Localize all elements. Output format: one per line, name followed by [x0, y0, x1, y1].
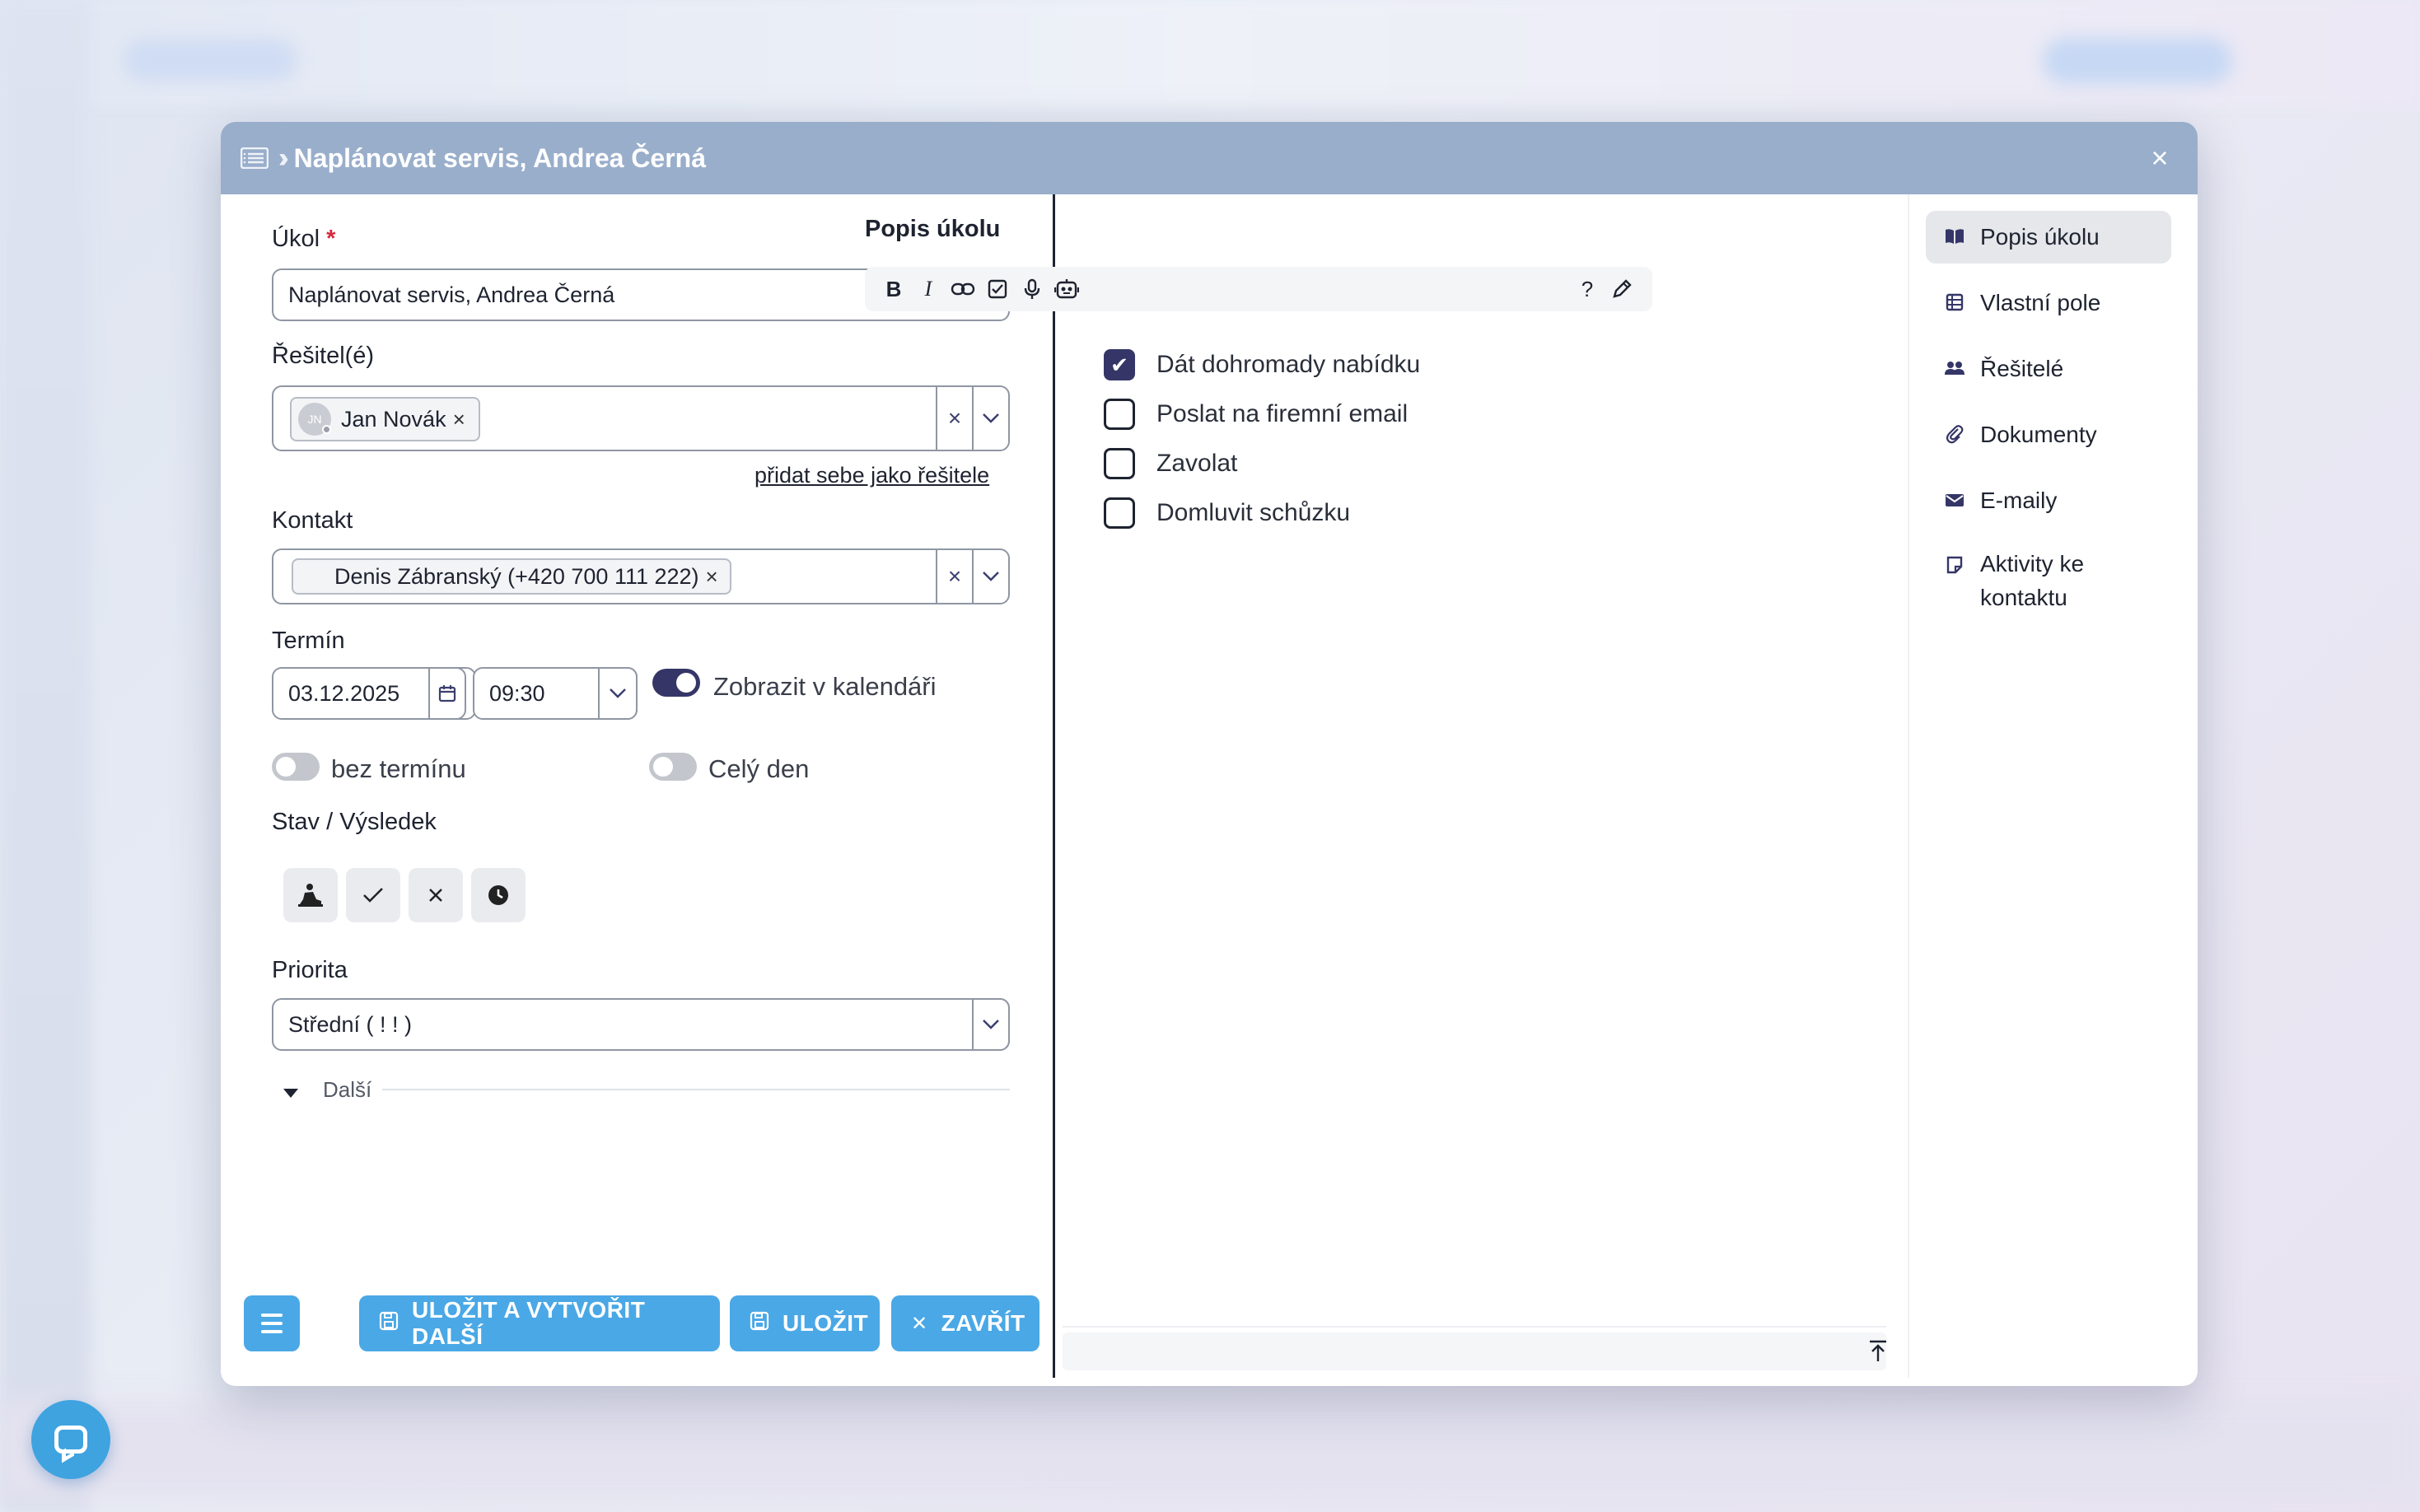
add-self-link[interactable]: přidat sebe jako řešitele [754, 463, 989, 488]
remove-tag-icon[interactable]: × [453, 407, 465, 432]
chat-icon [54, 1426, 87, 1454]
no-deadline-toggle[interactable] [272, 753, 320, 781]
all-day-toggle[interactable] [649, 753, 697, 781]
editor-footer-bar [1063, 1332, 1886, 1370]
checkbox[interactable] [1104, 399, 1135, 430]
task-form [221, 194, 1053, 1386]
remove-tag-icon[interactable]: × [706, 564, 718, 590]
robot-icon[interactable] [1049, 272, 1084, 306]
close-icon[interactable]: × [2142, 140, 2178, 176]
chevron-down-icon[interactable] [598, 667, 638, 720]
no-deadline-label: bez termínu [331, 754, 466, 783]
assignees-label: Řešitel(é) [272, 343, 375, 369]
pane-divider [1053, 194, 1055, 1378]
italic-icon[interactable]: I [911, 272, 946, 306]
assignee-tag[interactable]: JN Jan Novák × [290, 397, 480, 441]
bold-icon[interactable]: B [876, 272, 911, 306]
checklist-item[interactable]: Poslat na firemní email [1104, 399, 1408, 430]
deadline-label: Termín [272, 628, 345, 654]
link-icon[interactable] [946, 272, 980, 306]
editor-footer-divider [1063, 1326, 1886, 1328]
contact-tag[interactable]: Denis Zábranský (+420 700 111 222) × [292, 558, 731, 595]
chevron-down-icon[interactable] [972, 998, 1010, 1051]
task-label: Úkol * [272, 226, 336, 252]
floppy-icon [750, 1311, 769, 1337]
clock-icon[interactable] [471, 868, 526, 922]
scroll-top-icon[interactable] [1866, 1339, 1890, 1364]
list-icon [240, 147, 269, 170]
save-button[interactable]: ULOŽIT [730, 1295, 880, 1351]
save-and-new-button[interactable]: ULOŽIT A VYTVOŘIT DALŠÍ [359, 1295, 720, 1351]
calendar-icon[interactable] [428, 667, 466, 720]
dialog-header: ›› Naplánovat servis, Andrea Černá × [221, 122, 2198, 194]
background-element [124, 40, 297, 81]
sidenav-item-description[interactable]: Popis úkolu [1926, 211, 2171, 264]
description-title: Popis úkolu [865, 216, 1001, 242]
checkbox-icon[interactable] [980, 272, 1015, 306]
cancel-icon[interactable] [409, 868, 463, 922]
dialog-title: Naplánovat servis, Andrea Černá [293, 142, 706, 173]
close-icon: ✕ [911, 1312, 928, 1335]
contact-label: Kontakt [272, 507, 353, 534]
menu-button[interactable] [244, 1295, 300, 1351]
status-label: Stav / Výsledek [272, 809, 437, 835]
checklist-item[interactable]: Domluvit schůzku [1104, 497, 1350, 529]
checkbox-checked[interactable]: ✔ [1104, 349, 1135, 380]
done-icon[interactable] [346, 868, 400, 922]
checkbox[interactable] [1104, 448, 1135, 479]
contact-select[interactable]: Denis Zábranský (+420 700 111 222) × × [272, 548, 1010, 604]
sidenav-item-assignees[interactable]: Řešitelé [1926, 343, 2171, 395]
pencil-icon[interactable] [1605, 272, 1639, 306]
show-in-calendar-toggle[interactable] [652, 669, 700, 697]
close-button[interactable]: ✕ ZAVŘÍT [891, 1295, 1039, 1351]
checklist-item[interactable]: Zavolat [1104, 448, 1237, 479]
background-sidebar [0, 0, 91, 1512]
show-in-calendar-label: Zobrazit v kalendáři [713, 672, 937, 701]
chevron-down-icon[interactable] [972, 387, 1008, 450]
task-dialog: ›› Naplánovat servis, Andrea Černá × Úko… [221, 122, 2198, 1386]
sidenav-item-contact-activities[interactable]: Aktivity ke kontaktu [1926, 540, 2171, 628]
background-element [0, 1400, 2420, 1499]
in-progress-icon[interactable] [283, 868, 338, 922]
sidenav-item-emails[interactable]: E-maily [1926, 474, 2171, 527]
sidenav-item-custom-fields[interactable]: Vlastní pole [1926, 277, 2171, 329]
more-section-label[interactable]: Další [323, 1077, 371, 1103]
chevron-down-icon[interactable] [972, 550, 1008, 603]
sidenav-item-documents[interactable]: Dokumenty [1926, 408, 2171, 461]
paperclip-icon [1942, 424, 1967, 444]
floppy-icon [379, 1311, 399, 1337]
checkbox[interactable] [1104, 497, 1135, 529]
background-element [2043, 38, 2232, 84]
chat-launcher-button[interactable] [31, 1400, 110, 1479]
editor-toolbar: B I ? [865, 267, 1652, 311]
side-nav-divider [1908, 194, 1909, 1378]
help-icon[interactable]: ? [1570, 272, 1605, 306]
avatar: JN [298, 403, 331, 436]
table-icon [1942, 292, 1967, 312]
book-icon [1942, 226, 1967, 246]
priority-select[interactable]: Střední ( ! ! ) [272, 998, 1010, 1051]
note-icon [1942, 555, 1967, 575]
caret-down-icon[interactable] [283, 1089, 298, 1098]
assignees-select[interactable]: JN Jan Novák × × [272, 385, 1010, 451]
toolbar-right: ? [1570, 272, 1639, 306]
section-divider [382, 1089, 1010, 1090]
clear-icon[interactable]: × [936, 387, 972, 450]
checklist-item[interactable]: ✔ Dát dohromady nabídku [1104, 349, 1420, 380]
all-day-label: Celý den [708, 754, 810, 783]
microphone-icon[interactable] [1015, 272, 1049, 306]
priority-label: Priorita [272, 957, 348, 983]
clear-icon[interactable]: × [936, 550, 972, 603]
users-icon [1942, 358, 1967, 378]
double-chevron-icon: ›› [278, 142, 288, 174]
envelope-icon [1942, 490, 1967, 510]
